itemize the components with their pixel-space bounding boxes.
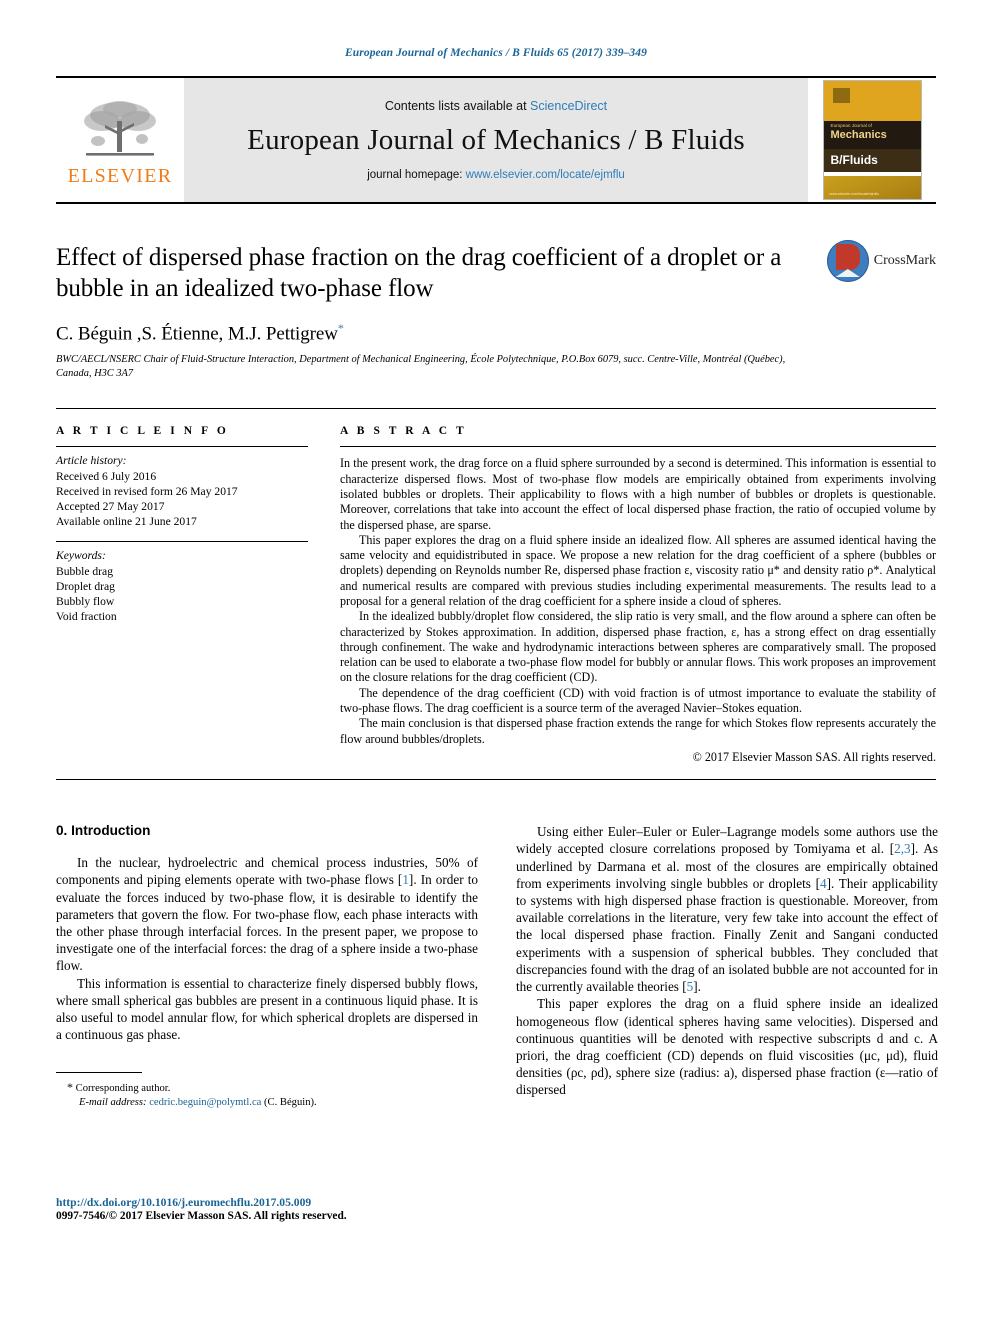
body-column-left: 0. Introduction In the nuclear, hydroele… (56, 823, 478, 1109)
elsevier-tree-icon (84, 100, 156, 156)
reference-link[interactable]: 2,3 (894, 841, 910, 856)
cover-emblem-icon (832, 88, 850, 103)
journal-homepage-line: journal homepage: www.elsevier.com/locat… (367, 169, 625, 181)
crossmark-icon (826, 240, 869, 282)
issn-copyright-line: 0997-7546/© 2017 Elsevier Masson SAS. Al… (56, 1210, 347, 1222)
email-link[interactable]: cedric.beguin@polymtl.ca (149, 1097, 261, 1108)
running-head: European Journal of Mechanics / B Fluids… (345, 47, 647, 59)
email-note: E-mail address: cedric.beguin@polymtl.ca… (67, 1096, 478, 1110)
email-owner: (C. Béguin). (264, 1096, 317, 1108)
sciencedirect-link[interactable]: ScienceDirect (530, 99, 607, 113)
keywords-group: Keywords: Bubble drag Droplet drag Bubbl… (56, 542, 308, 624)
author-list: C. Béguin ,S. Étienne, M.J. Pettigrew* (56, 321, 936, 345)
keyword-item: Droplet drag (56, 579, 115, 593)
homepage-prefix: journal homepage: (367, 169, 463, 181)
elsevier-logo: ELSEVIER (56, 78, 184, 202)
elsevier-wordmark: ELSEVIER (67, 164, 173, 187)
footnote-rule (56, 1071, 142, 1073)
keywords-label: Keywords: (56, 549, 106, 563)
body-paragraph-text: In the nuclear, hydroelectric and chemic… (56, 855, 478, 974)
crossmark-label: CrossMark (873, 253, 936, 268)
abstract-paragraph: In the idealized bubbly/droplet flow con… (340, 609, 936, 685)
abstract-column: A B S T R A C T In the present work, the… (340, 425, 936, 765)
footnote-text: * Corresponding author. E-mail address: … (56, 1080, 478, 1110)
cover-series-band: B/Fluids (823, 149, 921, 172)
body-column-right: Using either Euler–Euler or Euler–Lagran… (516, 823, 938, 1109)
history-item: Available online 21 June 2017 (56, 515, 197, 529)
info-abstract-bottom-rule (56, 779, 936, 781)
corresponding-author-note: * Corresponding author. (67, 1080, 478, 1096)
body-paragraph: Using either Euler–Euler or Euler–Lagran… (516, 823, 938, 995)
journal-masthead: ELSEVIER Contents lists available at Sci… (56, 76, 936, 204)
masthead-center: Contents lists available at ScienceDirec… (184, 78, 808, 202)
abstract-paragraph: This paper explores the drag on a fluid … (340, 532, 936, 608)
journal-title: European Journal of Mechanics / B Fluids (247, 124, 745, 156)
history-item: Accepted 27 May 2017 (56, 499, 165, 513)
reference-link[interactable]: 5 (687, 979, 694, 994)
article-page: European Journal of Mechanics / B Fluids… (0, 0, 992, 1323)
body-paragraph: This paper explores the drag on a fluid … (516, 995, 938, 1098)
abstract-heading: A B S T R A C T (340, 425, 467, 438)
email-address-label: E-mail address: (79, 1096, 147, 1108)
crossmark-badge-wrap[interactable]: CrossMark (826, 240, 936, 282)
article-info-column: A R T I C L E I N F O Article history: R… (56, 425, 308, 765)
footnote-block: * Corresponding author. E-mail address: … (56, 1071, 478, 1110)
author-names: C. Béguin ,S. Étienne, M.J. Pettigrew (56, 323, 338, 345)
keyword-item: Void fraction (56, 610, 117, 624)
affiliation: BWC/AECL/NSERC Chair of Fluid-Structure … (56, 354, 786, 380)
keyword-item: Bubble drag (56, 564, 113, 578)
contents-available-line: Contents lists available at ScienceDirec… (385, 99, 607, 113)
cover-title-band: European Journal of Mechanics (823, 121, 921, 149)
body-paragraph: In the nuclear, hydroelectric and chemic… (56, 854, 478, 974)
doi-link[interactable]: http://dx.doi.org/10.1016/j.euromechflu.… (56, 1196, 486, 1209)
reference-link[interactable]: 1 (402, 872, 409, 887)
body-columns: 0. Introduction In the nuclear, hydroele… (56, 823, 938, 1109)
section-heading-introduction: 0. Introduction (56, 823, 151, 839)
page-footer: http://dx.doi.org/10.1016/j.euromechflu.… (56, 1196, 486, 1222)
title-block: CrossMark Effect of dispersed phase frac… (56, 240, 936, 381)
page-title: Effect of dispersed phase fraction on th… (56, 244, 782, 302)
body-paragraph-text: Using either Euler–Euler or Euler–Lagran… (516, 824, 938, 995)
body-paragraph-text: This information is essential to charact… (56, 975, 478, 1043)
history-item: Received 6 July 2016 (56, 469, 157, 483)
corresponding-author-label: Corresponding author. (75, 1082, 171, 1094)
abstract-paragraph: In the present work, the drag force on a… (340, 456, 936, 532)
contents-prefix: Contents lists available at (384, 99, 527, 113)
article-info-heading: A R T I C L E I N F O (56, 425, 229, 438)
history-item: Received in revised form 26 May 2017 (56, 484, 238, 498)
cover-journal-name: Mechanics (830, 129, 887, 141)
journal-cover-image: European Journal of Mechanics B/Fluids w… (822, 80, 922, 200)
keyword-item: Bubbly flow (56, 594, 115, 608)
article-history-label: Article history: (56, 454, 127, 468)
abstract-paragraph: The main conclusion is that dispersed ph… (340, 716, 936, 746)
journal-cover-wrap: European Journal of Mechanics B/Fluids w… (808, 78, 936, 202)
cover-footer-url: www.elsevier.com/locate/ejmflu (829, 192, 880, 196)
footnote-star-icon: * (67, 1079, 73, 1094)
abstract-paragraph: The dependence of the drag coefficient (… (340, 685, 936, 716)
info-abstract-region: A R T I C L E I N F O Article history: R… (56, 408, 936, 765)
corresponding-author-marker: * (337, 321, 344, 335)
body-paragraph: This information is essential to charact… (56, 975, 478, 1044)
article-history-group: Article history: Received 6 July 2016 Re… (56, 447, 308, 529)
body-paragraph-text: This paper explores the drag on a fluid … (516, 996, 938, 1098)
abstract-copyright: © 2017 Elsevier Masson SAS. All rights r… (692, 749, 936, 764)
journal-homepage-link[interactable]: www.elsevier.com/locate/ejmflu (466, 169, 625, 181)
reference-link[interactable]: 4 (820, 876, 827, 891)
abstract-body: In the present work, the drag force on a… (340, 447, 936, 765)
